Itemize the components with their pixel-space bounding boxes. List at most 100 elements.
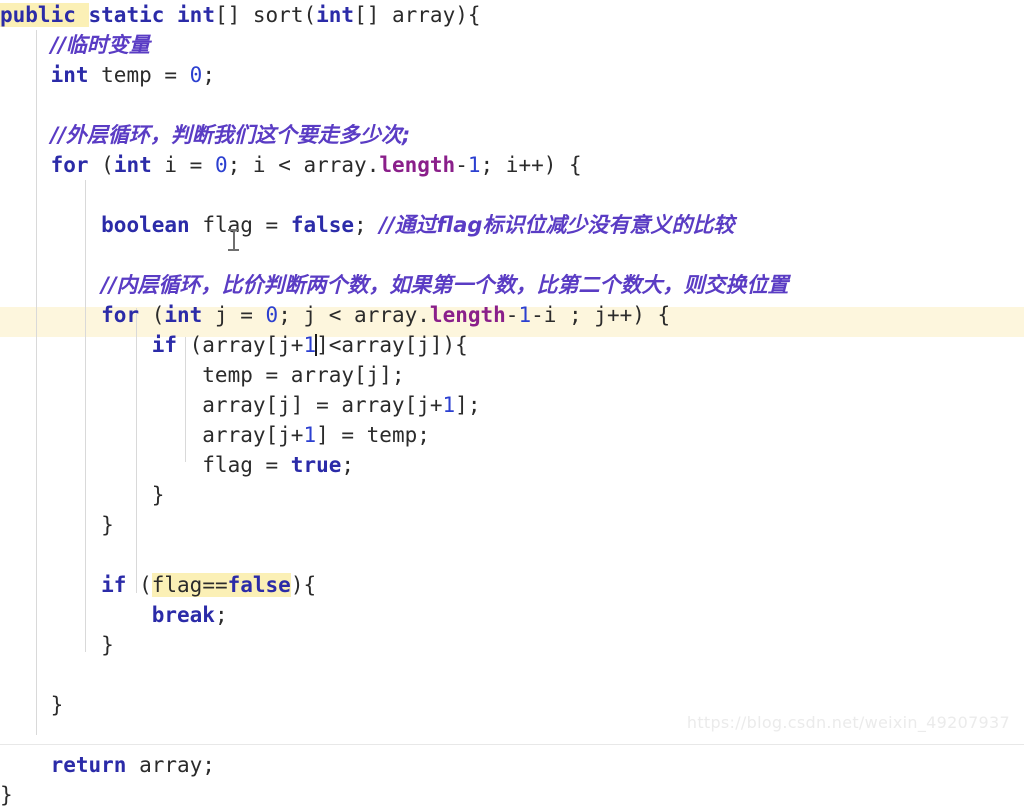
code-token: //临时变量 xyxy=(50,33,150,57)
code-line[interactable]: } xyxy=(0,510,1024,540)
code-line[interactable]: public static int[] sort(int[] array){ xyxy=(0,0,1024,30)
code-token: ] = temp; xyxy=(316,423,430,447)
code-token: return xyxy=(50,753,127,777)
code-token: ; xyxy=(214,603,228,627)
code-token: ){ xyxy=(290,573,317,597)
code-token: ; j < array. xyxy=(278,303,430,327)
code-token: temp = xyxy=(88,63,190,87)
code-token: ; i < array. xyxy=(227,153,380,177)
code-line[interactable]: //外层循环，判断我们这个要走多少次; xyxy=(0,120,1024,150)
code-token: break xyxy=(151,603,215,627)
code-token: 0 xyxy=(189,63,203,87)
code-token: if xyxy=(101,573,127,597)
code-token: array; xyxy=(126,753,215,777)
code-line[interactable]: for (int j = 0; j < array.length-1-i ; j… xyxy=(0,300,1024,330)
code-token: static xyxy=(88,3,165,27)
code-token: public xyxy=(0,3,76,27)
code-token: } xyxy=(0,693,64,717)
code-line[interactable]: return array; xyxy=(0,750,1024,780)
code-token: int xyxy=(177,3,215,27)
code-token: 0 xyxy=(265,303,279,327)
code-line[interactable]: if (array[j+1]<array[j]){ xyxy=(0,330,1024,360)
code-line[interactable]: break; xyxy=(0,600,1024,630)
code-token: ; xyxy=(341,453,355,477)
code-token: int xyxy=(50,63,89,87)
code-token: -i ; j++) { xyxy=(531,303,671,327)
code-token: (array[j+ xyxy=(177,333,304,357)
code-token: ( xyxy=(88,153,114,177)
code-token: [] sort( xyxy=(214,3,317,27)
code-token: ]; xyxy=(455,393,481,417)
code-line[interactable]: boolean flag = false; //通过flag标识位减少没有意义的… xyxy=(0,210,1024,240)
code-token: for xyxy=(101,303,140,327)
code-line[interactable]: //临时变量 xyxy=(0,30,1024,60)
code-token: length xyxy=(379,153,456,177)
watermark-url: https://blog.csdn.net/weixin_49207937 xyxy=(686,713,1010,732)
code-token: //外层循环，判断我们这个要走多少次; xyxy=(50,123,411,147)
code-token: - xyxy=(505,303,519,327)
code-token: 1 xyxy=(303,423,317,447)
code-token: 1 xyxy=(442,393,456,417)
code-token xyxy=(75,3,89,27)
code-token: - xyxy=(455,153,468,177)
code-token: } xyxy=(0,483,165,507)
code-token: //通过flag标识位减少没有意义的比较 xyxy=(379,213,735,237)
code-line[interactable]: } xyxy=(0,630,1024,660)
code-line[interactable] xyxy=(0,660,1024,690)
code-line[interactable] xyxy=(0,240,1024,270)
code-token: } xyxy=(0,783,13,807)
code-token: ( xyxy=(126,573,152,597)
code-token: //内层循环，比价判断两个数，如果第一个数，比第二个数大，则交换位置 xyxy=(101,273,789,297)
code-token: j = xyxy=(202,303,266,327)
code-token: flag = xyxy=(189,213,291,237)
code-line[interactable]: } xyxy=(0,480,1024,510)
code-line[interactable]: int temp = 0; xyxy=(0,60,1024,90)
code-token: 0 xyxy=(214,153,228,177)
code-line[interactable] xyxy=(0,90,1024,120)
code-token: 1 xyxy=(467,153,481,177)
code-line[interactable]: if (flag==false){ xyxy=(0,570,1024,600)
code-token: } xyxy=(0,513,114,537)
code-token: ; xyxy=(202,63,215,87)
code-line[interactable]: //内层循环，比价判断两个数，如果第一个数，比第二个数大，则交换位置 xyxy=(0,270,1024,300)
code-token: int xyxy=(113,153,152,177)
code-editor-pane[interactable]: public static int[] sort(int[] array){ /… xyxy=(0,0,1024,807)
code-line[interactable] xyxy=(0,180,1024,210)
code-line[interactable]: for (int i = 0; i < array.length-1; i++)… xyxy=(0,150,1024,180)
code-lines-container[interactable]: public static int[] sort(int[] array){ /… xyxy=(0,0,1024,810)
code-token: ( xyxy=(139,303,165,327)
code-token: int xyxy=(164,303,203,327)
code-token: boolean xyxy=(101,213,190,237)
code-token: for xyxy=(50,153,89,177)
code-token: temp = array[j]; xyxy=(0,363,405,387)
code-line[interactable]: temp = array[j]; xyxy=(0,360,1024,390)
code-line[interactable]: array[j+1] = temp; xyxy=(0,420,1024,450)
code-token: true xyxy=(290,453,342,477)
code-token: i = xyxy=(151,153,215,177)
code-token: ; i++) { xyxy=(480,153,582,177)
code-token: flag = xyxy=(0,453,291,477)
code-line[interactable]: flag = true; xyxy=(0,450,1024,480)
code-token: false xyxy=(290,213,355,237)
code-token: flag== xyxy=(151,573,228,597)
code-line[interactable]: array[j] = array[j+1]; xyxy=(0,390,1024,420)
i-beam-stem xyxy=(233,231,235,249)
code-token: int xyxy=(316,3,355,27)
code-token: } xyxy=(0,633,114,657)
code-token: ; xyxy=(354,213,380,237)
code-line[interactable]: } xyxy=(0,780,1024,810)
code-token: 1 xyxy=(518,303,532,327)
mouse-i-beam-cursor xyxy=(228,229,239,251)
i-beam-bottom-bar xyxy=(228,249,239,251)
code-line[interactable] xyxy=(0,540,1024,570)
code-token: if xyxy=(151,333,178,357)
